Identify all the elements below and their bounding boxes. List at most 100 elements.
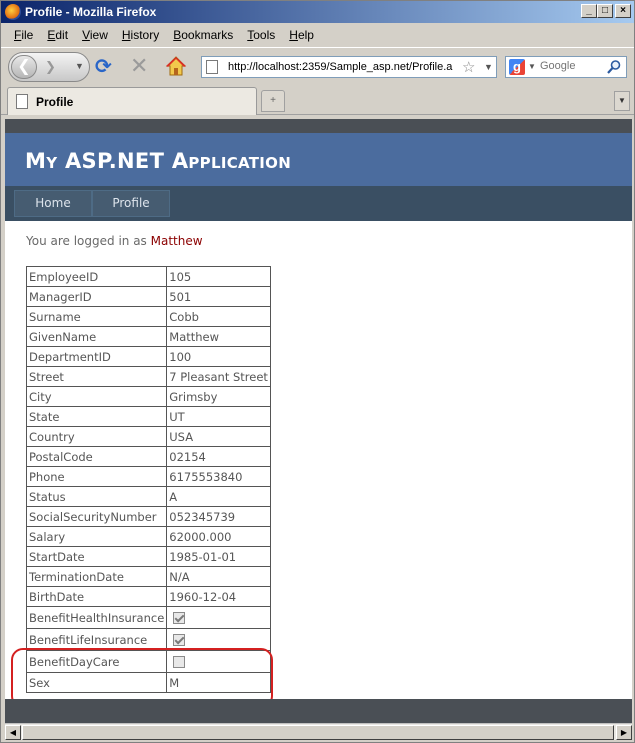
- history-dropdown-icon[interactable]: ▼: [75, 61, 84, 71]
- menu-history[interactable]: History: [115, 25, 166, 45]
- field-value: 100: [166, 346, 271, 367]
- address-bar[interactable]: http://localhost:2359/Sample_asp.net/Pro…: [201, 56, 497, 78]
- field-label: BirthDate: [25, 586, 168, 607]
- table-row: ManagerID 501: [25, 286, 271, 307]
- close-button[interactable]: ×: [615, 4, 631, 18]
- bookmark-star-icon[interactable]: ☆: [462, 58, 475, 76]
- search-bar: g ▼: [505, 56, 627, 78]
- table-row: Status A: [25, 486, 271, 507]
- horizontal-scrollbar[interactable]: ◀ ▶: [5, 723, 632, 740]
- google-icon[interactable]: g: [509, 59, 525, 75]
- forward-arrow-icon: ❯: [45, 59, 56, 74]
- url-dropdown-icon[interactable]: ▼: [484, 62, 493, 72]
- field-label: EmployeeID: [25, 266, 168, 287]
- tab-profile[interactable]: Profile: [7, 87, 257, 115]
- menu-help[interactable]: Help: [282, 25, 321, 45]
- stop-icon: ✕: [130, 53, 149, 78]
- menu-tools[interactable]: Tools: [240, 25, 282, 45]
- menu-edit[interactable]: Edit: [40, 25, 75, 45]
- back-button[interactable]: ❮: [11, 55, 37, 79]
- reload-icon: ⟳: [95, 56, 112, 78]
- benefit-checkbox[interactable]: [173, 634, 186, 646]
- table-row: Phone 6175553840: [25, 466, 271, 487]
- field-value: [166, 606, 271, 629]
- menu-bar: File Edit View History Bookmarks Tools H…: [1, 25, 634, 45]
- field-value: 501: [166, 286, 271, 307]
- field-value: 052345739: [166, 506, 271, 527]
- field-value: M: [166, 672, 271, 693]
- list-all-tabs-button[interactable]: ▼: [614, 91, 630, 111]
- page-icon: [206, 60, 218, 74]
- new-tab-button[interactable]: +: [261, 90, 285, 112]
- scroll-thumb[interactable]: [22, 725, 614, 740]
- scroll-right-button[interactable]: ▶: [616, 725, 632, 740]
- field-value: [166, 628, 271, 651]
- title-bar[interactable]: Profile - Mozilla Firefox _ □ ×: [1, 1, 634, 23]
- benefit-checkbox[interactable]: [173, 612, 186, 624]
- site-nav: Home Profile: [5, 186, 632, 221]
- back-forward-group: ❮ ❯ ▼: [8, 52, 90, 82]
- engine-dropdown-icon[interactable]: ▼: [528, 62, 536, 71]
- menu-view-label: iew: [89, 28, 108, 42]
- content-viewport: My ASP.NET Application Home Profile You …: [5, 119, 632, 723]
- table-row: SocialSecurityNumber 052345739: [25, 506, 271, 527]
- menu-edit-label: dit: [55, 28, 69, 42]
- field-label: SocialSecurityNumber: [25, 506, 168, 527]
- tab-strip: Profile + ▼: [1, 87, 634, 115]
- scroll-left-button[interactable]: ◀: [5, 725, 21, 740]
- menu-file[interactable]: File: [7, 25, 40, 45]
- menu-view[interactable]: View: [75, 25, 115, 45]
- field-label: BenefitDayCare: [25, 650, 168, 673]
- menu-bookmarks[interactable]: Bookmarks: [166, 25, 240, 45]
- field-label: Street: [25, 366, 168, 387]
- field-label: Status: [25, 486, 168, 507]
- navigation-toolbar: ❮ ❯ ▼ ⟳ ✕ http://localhost:2359/Sample_a…: [1, 47, 634, 85]
- benefit-checkbox[interactable]: [173, 656, 186, 668]
- field-value: 6175553840: [166, 466, 271, 487]
- menu-tools-label: ools: [253, 28, 276, 42]
- url-text: http://localhost:2359/Sample_asp.net/Pro…: [228, 61, 453, 73]
- site-header: My ASP.NET Application: [5, 133, 632, 186]
- table-row: Sex M: [25, 672, 271, 693]
- menu-bookmarks-label: ookmarks: [181, 28, 234, 42]
- nav-home-link[interactable]: Home: [14, 190, 92, 217]
- field-value: 02154: [166, 446, 271, 467]
- table-row: Street 7 Pleasant Street: [25, 366, 271, 387]
- field-value: 1960-12-04: [166, 586, 271, 607]
- firefox-icon: [5, 4, 21, 20]
- forward-button[interactable]: ❯: [45, 59, 56, 75]
- field-label: City: [25, 386, 168, 407]
- plus-icon: +: [270, 95, 276, 106]
- field-value: 1985-01-01: [166, 546, 271, 567]
- search-input[interactable]: [540, 60, 602, 72]
- profile-table: EmployeeID 105 ManagerID 501 Surname Cobb Give…: [25, 266, 271, 693]
- home-button[interactable]: [165, 55, 187, 77]
- field-value: 7 Pleasant Street: [166, 366, 271, 387]
- field-value: 105: [166, 266, 271, 287]
- minimize-button[interactable]: _: [581, 4, 597, 18]
- stop-button[interactable]: ✕: [130, 55, 148, 77]
- field-value: 62000.000: [166, 526, 271, 547]
- menu-view-mnemonic: V: [82, 28, 90, 42]
- menu-file-label: ile: [21, 28, 34, 42]
- browser-window: Profile - Mozilla Firefox _ □ × File Edi…: [0, 0, 635, 743]
- menu-help-label: elp: [297, 28, 314, 42]
- field-label: PostalCode: [25, 446, 168, 467]
- field-label: BenefitHealthInsurance: [25, 606, 168, 629]
- table-row: State UT: [25, 406, 271, 427]
- field-value: [166, 650, 271, 673]
- login-status: You are logged in as Matthew: [26, 234, 203, 248]
- back-arrow-icon: ❮: [17, 58, 31, 75]
- maximize-button[interactable]: □: [597, 4, 613, 18]
- search-icon[interactable]: [606, 59, 622, 75]
- field-value: N/A: [166, 566, 271, 587]
- menu-history-label: istory: [130, 28, 160, 42]
- page-footer-band: [5, 699, 632, 723]
- field-label: ManagerID: [25, 286, 168, 307]
- table-row: City Grimsby: [25, 386, 271, 407]
- nav-profile-link[interactable]: Profile: [92, 190, 170, 217]
- field-label: Phone: [25, 466, 168, 487]
- table-row: BirthDate 1960-12-04: [25, 586, 271, 607]
- reload-button[interactable]: ⟳: [95, 57, 112, 77]
- table-row: GivenName Matthew: [25, 326, 271, 347]
